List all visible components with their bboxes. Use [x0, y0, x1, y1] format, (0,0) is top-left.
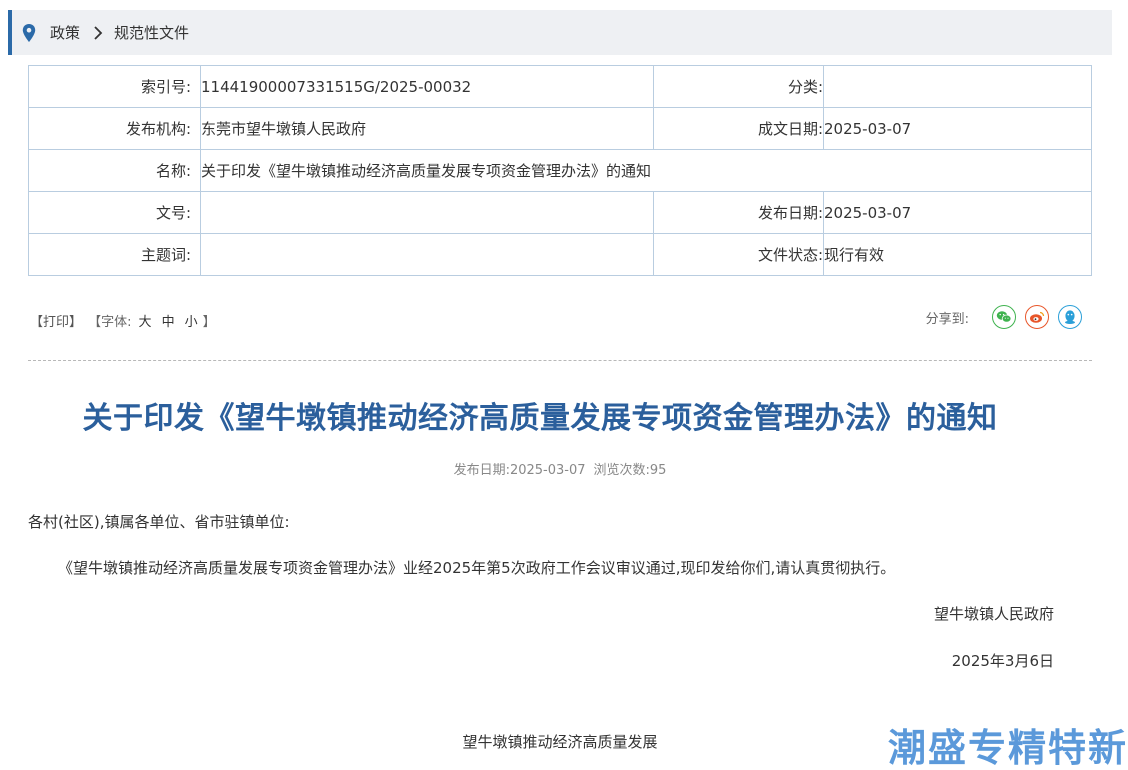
article-title: 关于印发《望牛墩镇推动经济高质量发展专项资金管理办法》的通知	[82, 401, 998, 436]
table-row: 主题词: 文件状态: 现行有效	[28, 233, 1092, 276]
breadcrumb-home-link[interactable]: 政策	[50, 22, 80, 43]
index-label: 索引号:	[28, 65, 201, 108]
location-pin-icon	[22, 23, 36, 42]
written-date-value: 2025-03-07	[823, 107, 1092, 150]
breadcrumb-current-link[interactable]: 规范性文件	[114, 22, 189, 43]
keywords-label: 主题词:	[28, 233, 201, 276]
print-button[interactable]: 【打印】	[30, 315, 82, 330]
qq-icon[interactable]	[1058, 305, 1082, 329]
watermark: 潮盛专精特新	[887, 726, 1128, 770]
article-subinfo: 发布日期:2025-03-07 浏览次数:95	[0, 459, 1120, 478]
signature-date: 2025年3月6日	[951, 652, 1054, 670]
breadcrumb: 政策 规范性文件	[8, 10, 1112, 55]
font-medium-button[interactable]: 中	[162, 315, 175, 330]
article-pub-date: 发布日期:2025-03-07	[453, 463, 586, 478]
pub-date-value: 2025-03-07	[823, 191, 1092, 234]
table-row: 索引号: 11441900007331515G/2025-00032 分类:	[28, 65, 1092, 108]
status-label: 文件状态:	[653, 233, 824, 276]
index-value: 11441900007331515G/2025-00032	[200, 65, 654, 108]
document-meta-table: 索引号: 11441900007331515G/2025-00032 分类: 发…	[28, 65, 1092, 276]
doc-no-value	[200, 191, 654, 234]
chevron-right-icon	[94, 25, 103, 40]
article-tools: 【打印】 【字体: 大中小】	[30, 311, 218, 330]
name-label: 名称:	[28, 149, 201, 192]
table-row: 名称: 关于印发《望牛墩镇推动经济高质量发展专项资金管理办法》的通知	[28, 149, 1092, 192]
table-row: 发布机构: 东莞市望牛墩镇人民政府 成文日期: 2025-03-07	[28, 107, 1092, 150]
divider	[28, 360, 1092, 361]
category-value	[823, 65, 1092, 108]
weibo-icon[interactable]	[1025, 305, 1049, 329]
table-row: 文号: 发布日期: 2025-03-07	[28, 191, 1092, 234]
written-date-label: 成文日期:	[653, 107, 824, 150]
font-small-button[interactable]: 小	[185, 315, 198, 330]
font-size-bracket-close: 】	[202, 315, 216, 330]
signature: 望牛墩镇人民政府	[933, 605, 1054, 623]
article-views: 浏览次数:95	[593, 463, 667, 478]
status-value: 现行有效	[823, 233, 1092, 276]
category-label: 分类:	[653, 65, 824, 108]
font-size-label: 【字体:	[88, 315, 132, 330]
body-paragraph: 《望牛墩镇推动经济高质量发展专项资金管理办法》业经2025年第5次政府工作会议审…	[58, 559, 896, 577]
name-value: 关于印发《望牛墩镇推动经济高质量发展专项资金管理办法》的通知	[200, 149, 1092, 192]
doc-no-label: 文号:	[28, 191, 201, 234]
pub-date-label: 发布日期:	[653, 191, 824, 234]
share-label: 分享到:	[925, 311, 969, 327]
wechat-icon[interactable]	[992, 305, 1016, 329]
publisher-label: 发布机构:	[28, 107, 201, 150]
salutation: 各村(社区),镇属各单位、省市驻镇单位:	[28, 513, 290, 531]
font-large-button[interactable]: 大	[139, 315, 152, 330]
publisher-value: 东莞市望牛墩镇人民政府	[200, 107, 654, 150]
keywords-value	[200, 233, 654, 276]
share-bar: 分享到:	[926, 305, 1082, 329]
